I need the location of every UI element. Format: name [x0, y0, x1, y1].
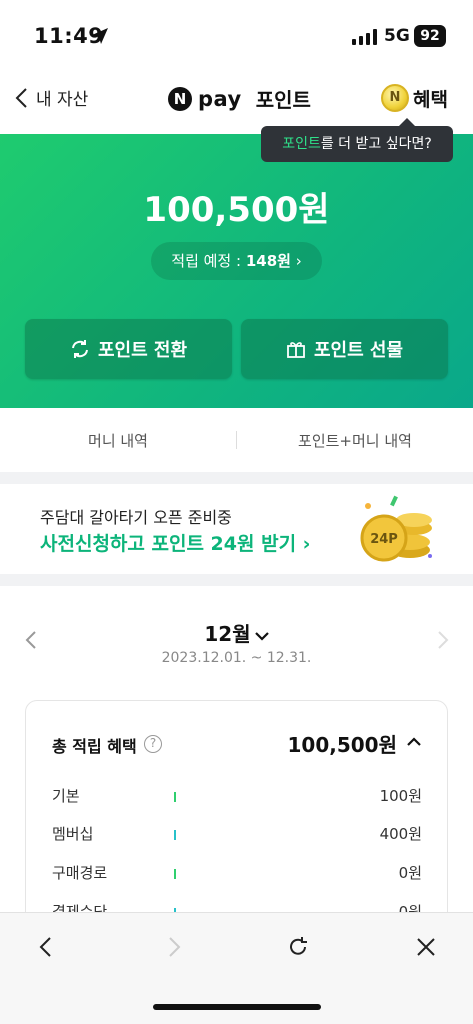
back-to-assets-button[interactable]: 내 자산: [14, 85, 88, 110]
battery-icon: 92: [414, 25, 446, 47]
row-value: 0원: [398, 864, 422, 882]
gift-icon: [287, 342, 305, 358]
pending-label: 적립 예정 :: [171, 252, 246, 270]
pending-points-button[interactable]: 적립 예정 : 148원 ›: [151, 242, 322, 280]
coin-stack-icon: 24P: [360, 495, 432, 562]
history-links: 머니 내역 포인트+머니 내역: [0, 408, 473, 472]
summary-row: 구매경로 0원: [52, 862, 422, 886]
summary-row: 멤버십 400원: [52, 823, 422, 847]
location-arrow-icon: [92, 28, 108, 44]
help-icon[interactable]: ?: [144, 735, 162, 753]
svg-text:24P: 24P: [370, 532, 398, 547]
coin-icon: N: [381, 84, 409, 112]
row-label: 기본: [52, 787, 80, 805]
benefit-label: 혜택: [413, 88, 448, 111]
benefit-button[interactable]: N 혜택: [381, 84, 448, 112]
points-hero: 100,500원 적립 예정 : 148원 › 포인트 전환 포인트 선물: [0, 134, 473, 408]
page-title: N pay 포인트: [168, 84, 311, 113]
summary-row: 기본 100원: [52, 785, 422, 809]
month-label: 12월: [204, 622, 251, 646]
convert-points-button[interactable]: 포인트 전환: [25, 319, 232, 379]
signal-icon: [352, 29, 377, 45]
status-bar: 11:49 5G 92: [0, 0, 473, 70]
row-bar: [174, 830, 176, 840]
benefit-tooltip[interactable]: 포인트를 더 받고 싶다면?: [261, 118, 453, 162]
convert-label: 포인트 전환: [97, 340, 188, 361]
chevron-down-icon: [254, 631, 269, 641]
refresh-icon[interactable]: [286, 935, 310, 959]
gift-points-button[interactable]: 포인트 선물: [241, 319, 448, 379]
brand-pay: pay: [198, 86, 242, 111]
chevron-up-icon[interactable]: [407, 737, 421, 747]
network-type: 5G: [384, 26, 410, 46]
back-icon[interactable]: [34, 935, 58, 959]
row-value: 100원: [379, 787, 422, 805]
money-history-link[interactable]: 머니 내역: [0, 430, 236, 451]
tooltip-highlight: 포인트: [282, 136, 321, 152]
section-divider: [0, 574, 473, 586]
points-balance: 100,500원: [143, 190, 330, 230]
row-label: 구매경로: [52, 864, 108, 882]
summary-total: 100,500원: [287, 733, 398, 757]
chevron-right-icon: ›: [290, 252, 302, 270]
gift-label: 포인트 선물: [313, 340, 404, 361]
home-indicator: [153, 1004, 321, 1010]
row-label: 멤버십: [52, 825, 94, 843]
next-month-icon[interactable]: [436, 630, 450, 650]
close-icon[interactable]: [414, 935, 438, 959]
row-value: 400원: [379, 825, 422, 843]
tooltip-text: 를 더 받고 싶다면?: [320, 136, 432, 152]
pending-value: 148원: [245, 252, 291, 270]
back-label: 내 자산: [36, 90, 89, 110]
forward-icon[interactable]: [162, 935, 186, 959]
row-bar: [174, 792, 176, 802]
refresh-arrows-icon: [71, 340, 88, 358]
banner-subtitle: 주담대 갈아타기 오픈 준비중: [40, 508, 232, 527]
month-selector[interactable]: 12월: [0, 618, 473, 647]
points-money-history-link[interactable]: 포인트+머니 내역: [237, 430, 473, 451]
date-range: 2023.12.01. ~ 12.31.: [161, 650, 312, 666]
section-divider: [0, 472, 473, 484]
npay-logo-icon: N: [168, 86, 192, 111]
title-label: 포인트: [255, 88, 311, 112]
promo-banner[interactable]: 주담대 갈아타기 오픈 준비중 사전신청하고 포인트 24원 받기 › 24P: [0, 484, 473, 574]
row-bar: [174, 869, 176, 879]
summary-label: 총 적립 혜택: [52, 737, 137, 756]
banner-title: 사전신청하고 포인트 24원 받기 ›: [40, 533, 311, 555]
chevron-left-icon: [15, 87, 27, 108]
